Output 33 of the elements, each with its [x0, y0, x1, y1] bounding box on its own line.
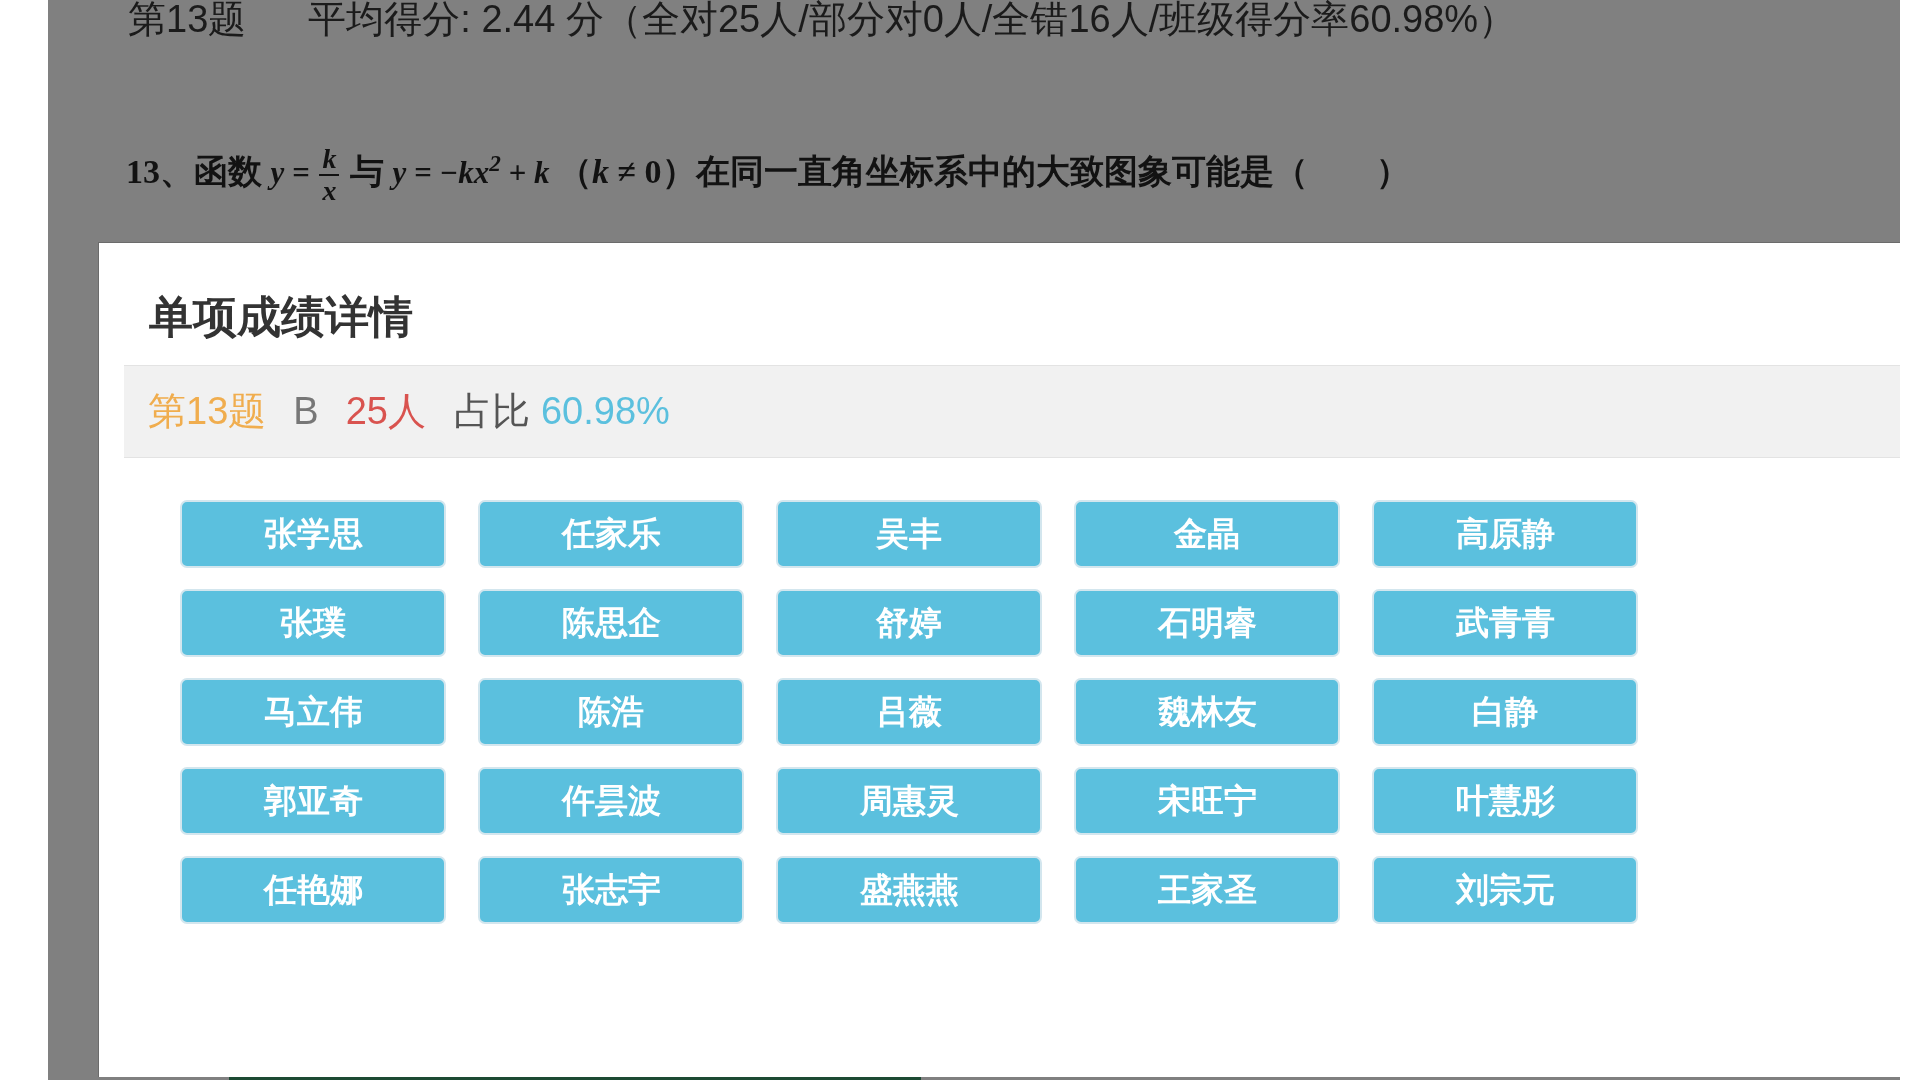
- student-button[interactable]: 任家乐: [478, 500, 744, 568]
- answer-option: B: [293, 383, 319, 440]
- student-button[interactable]: 魏林友: [1074, 678, 1340, 746]
- student-button[interactable]: 高原静: [1372, 500, 1638, 568]
- student-button[interactable]: 吴丰: [776, 500, 1042, 568]
- student-button[interactable]: 陈思企: [478, 589, 744, 657]
- student-button[interactable]: 吕薇: [776, 678, 1042, 746]
- student-button[interactable]: 张学思: [180, 500, 446, 568]
- question-number: 第13题: [148, 389, 267, 434]
- dialog-title: 单项成绩详情: [149, 293, 413, 341]
- student-button[interactable]: 宋旺宁: [1074, 767, 1340, 835]
- student-button[interactable]: 盛燕燕: [776, 856, 1042, 924]
- question-number: 第13题: [128, 0, 247, 39]
- student-button[interactable]: 刘宗元: [1372, 856, 1638, 924]
- student-button[interactable]: 石明睿: [1074, 589, 1340, 657]
- student-button[interactable]: 陈浩: [478, 678, 744, 746]
- student-button[interactable]: 金晶: [1074, 500, 1340, 568]
- student-button[interactable]: 舒婷: [776, 589, 1042, 657]
- ratio-value: 60.98%: [540, 389, 670, 434]
- student-button[interactable]: 叶慧彤: [1372, 767, 1638, 835]
- student-button[interactable]: 郭亚奇: [180, 767, 446, 835]
- student-button[interactable]: 张志宇: [478, 856, 744, 924]
- student-button[interactable]: 仵昙波: [478, 767, 744, 835]
- student-button[interactable]: 白静: [1372, 678, 1638, 746]
- student-button[interactable]: 周惠灵: [776, 767, 1042, 835]
- student-count: 25人: [345, 389, 426, 434]
- student-button[interactable]: 武青青: [1372, 589, 1638, 657]
- student-button[interactable]: 马立伟: [180, 678, 446, 746]
- ratio-label: 占比: [453, 389, 530, 434]
- student-button[interactable]: 王家圣: [1074, 856, 1340, 924]
- student-button[interactable]: 张璞: [180, 589, 446, 657]
- score-stats: 平均得分: 2.44 分（全对25人/部分对0人/全错16人/班级得分率60.98%）: [308, 0, 1517, 39]
- student-button[interactable]: 任艳娜: [180, 856, 446, 924]
